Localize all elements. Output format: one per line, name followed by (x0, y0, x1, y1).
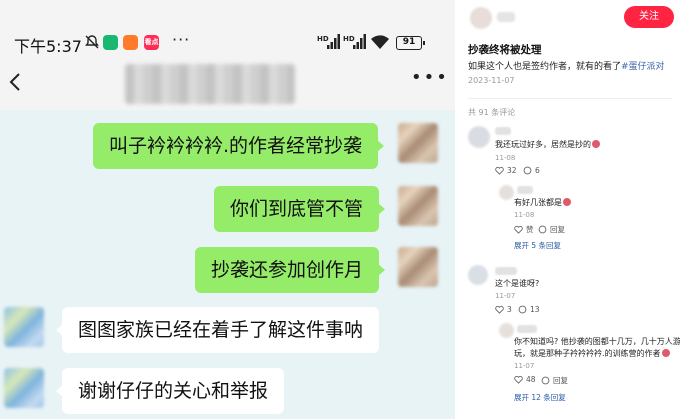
post-body: 如果这个人也是签约作者，就有的看了#蛋仔派对 (468, 59, 665, 72)
divider (468, 98, 672, 99)
wifi-icon (371, 35, 389, 49)
reply-stat[interactable]: 6 (523, 166, 540, 175)
emoji-icon (563, 198, 571, 206)
commenter-name-blurred[interactable] (517, 186, 533, 194)
post-hashtag[interactable]: #蛋仔派对 (621, 62, 665, 72)
comment-text-line-1: 你不知道吗? 他抄袭的图都十几万，几十万人游 (514, 337, 680, 346)
post-title: 抄袭终将被处理 (468, 44, 542, 56)
heart-icon (514, 375, 523, 384)
heart-icon (495, 166, 504, 175)
message-bubble-outgoing[interactable]: 抄袭还参加创作月 (195, 247, 386, 293)
message-bubble-incoming[interactable]: 图图家族已经在着手了解这件事呐 (55, 307, 380, 353)
like-count: 48 (526, 375, 536, 384)
reply-count: 13 (530, 305, 540, 314)
more-options-icon[interactable]: ••• (411, 67, 449, 88)
chat-messages: 叫子衿衿衿衿.的作者经常抄袭 你们到底管不管 抄袭还参加创作月 图图家族已经在着… (0, 110, 455, 419)
author-name-blurred[interactable] (497, 12, 515, 22)
like-stat[interactable]: 32 (495, 166, 517, 175)
like-stat[interactable]: 赞 (514, 224, 534, 235)
status-overflow: ··· (172, 30, 191, 49)
author-avatar[interactable] (470, 7, 492, 29)
commenter-avatar[interactable] (499, 323, 514, 338)
reply-button[interactable]: 回复 (538, 224, 565, 235)
comment-text: 这个是谁呀? (495, 279, 540, 288)
comment-bubble-icon (541, 376, 550, 385)
commenter-name-blurred[interactable] (495, 267, 517, 275)
post-body-text: 如果这个人也是签约作者，就有的看了 (468, 62, 622, 72)
chat-header: ••• (0, 62, 455, 110)
comment-date: 11-07 (495, 292, 516, 300)
expand-replies-link[interactable]: 展开 12 条回复 (514, 392, 566, 403)
like-label: 赞 (526, 225, 534, 234)
reply-label: 回复 (553, 376, 568, 385)
avatar-self[interactable] (398, 123, 438, 163)
status-bar: 下午5:37 看点 ··· HD HD 91 (0, 0, 455, 62)
follow-button[interactable]: 关注 (624, 6, 674, 28)
back-arrow-icon[interactable] (9, 72, 21, 92)
expand-replies-link[interactable]: 展开 5 条回复 (514, 240, 561, 251)
like-count: 32 (507, 166, 517, 175)
battery-icon: 91 (396, 36, 425, 50)
like-stat[interactable]: 3 (495, 305, 512, 314)
emoji-icon (661, 349, 670, 357)
comment-date: 11-08 (514, 211, 535, 219)
comment-text: 有好几张都是 (514, 197, 571, 208)
reply-label: 回复 (550, 225, 565, 234)
comment-text: 我还玩过好多，居然是抄的 (495, 139, 600, 150)
mute-bell-icon (85, 35, 99, 49)
comment-text-body: 有好几张都是 (514, 198, 562, 207)
comment-date: 11-08 (495, 154, 516, 162)
app-notification-icon-2 (123, 35, 138, 50)
heart-icon (514, 225, 523, 234)
comment-date: 11-07 (514, 362, 535, 370)
like-stat[interactable]: 48 (514, 375, 536, 384)
avatar-self[interactable] (398, 247, 438, 287)
avatar-contact[interactable] (4, 307, 44, 347)
avatar-self[interactable] (398, 186, 438, 226)
commenter-name-blurred[interactable] (517, 325, 537, 333)
commenter-avatar[interactable] (499, 185, 514, 200)
comment-text-body: 我还玩过好多，居然是抄的 (495, 140, 591, 149)
post-panel: 关注 抄袭终将被处理 如果这个人也是签约作者，就有的看了#蛋仔派对 2023-1… (455, 0, 680, 419)
signal-icon: HD (317, 34, 340, 49)
comment-count: 共 91 条评论 (468, 108, 516, 117)
chat-screenshot: 下午5:37 看点 ··· HD HD 91 ••• 叫子衿衿衿衿.的作者经常抄… (0, 0, 455, 419)
reply-button[interactable]: 回复 (541, 375, 568, 386)
commenter-name-blurred[interactable] (495, 127, 511, 135)
commenter-avatar[interactable] (468, 126, 490, 148)
signal-icon-2: HD (343, 34, 366, 49)
comment-text-body: 玩，就是那种子衿衿衿衿.的训练营的作者 (514, 349, 661, 358)
avatar-contact[interactable] (4, 368, 44, 408)
chat-title-blurred (125, 64, 295, 104)
like-count: 3 (507, 305, 512, 314)
reply-stat[interactable]: 13 (518, 305, 540, 314)
emoji-icon (592, 140, 600, 148)
svg-text:HD: HD (343, 35, 355, 43)
comment-bubble-icon (518, 305, 527, 314)
post-date: 2023-11-07 (468, 76, 515, 85)
app-notification-badge: 看点 (144, 35, 159, 50)
message-bubble-incoming[interactable]: 谢谢仔仔的关心和举报 (55, 368, 285, 414)
reply-count: 6 (535, 166, 540, 175)
comment-bubble-icon (538, 225, 547, 234)
heart-icon (495, 305, 504, 314)
message-bubble-outgoing[interactable]: 叫子衿衿衿衿.的作者经常抄袭 (93, 123, 385, 169)
commenter-avatar[interactable] (468, 265, 488, 285)
status-time: 下午5:37 (14, 37, 82, 56)
comment-bubble-icon (523, 166, 532, 175)
message-bubble-outgoing[interactable]: 你们到底管不管 (214, 186, 386, 232)
svg-text:HD: HD (317, 35, 329, 43)
comment-text-line-2: 玩，就是那种子衿衿衿衿.的训练营的作者 (514, 348, 670, 359)
app-notification-icon (103, 35, 118, 50)
